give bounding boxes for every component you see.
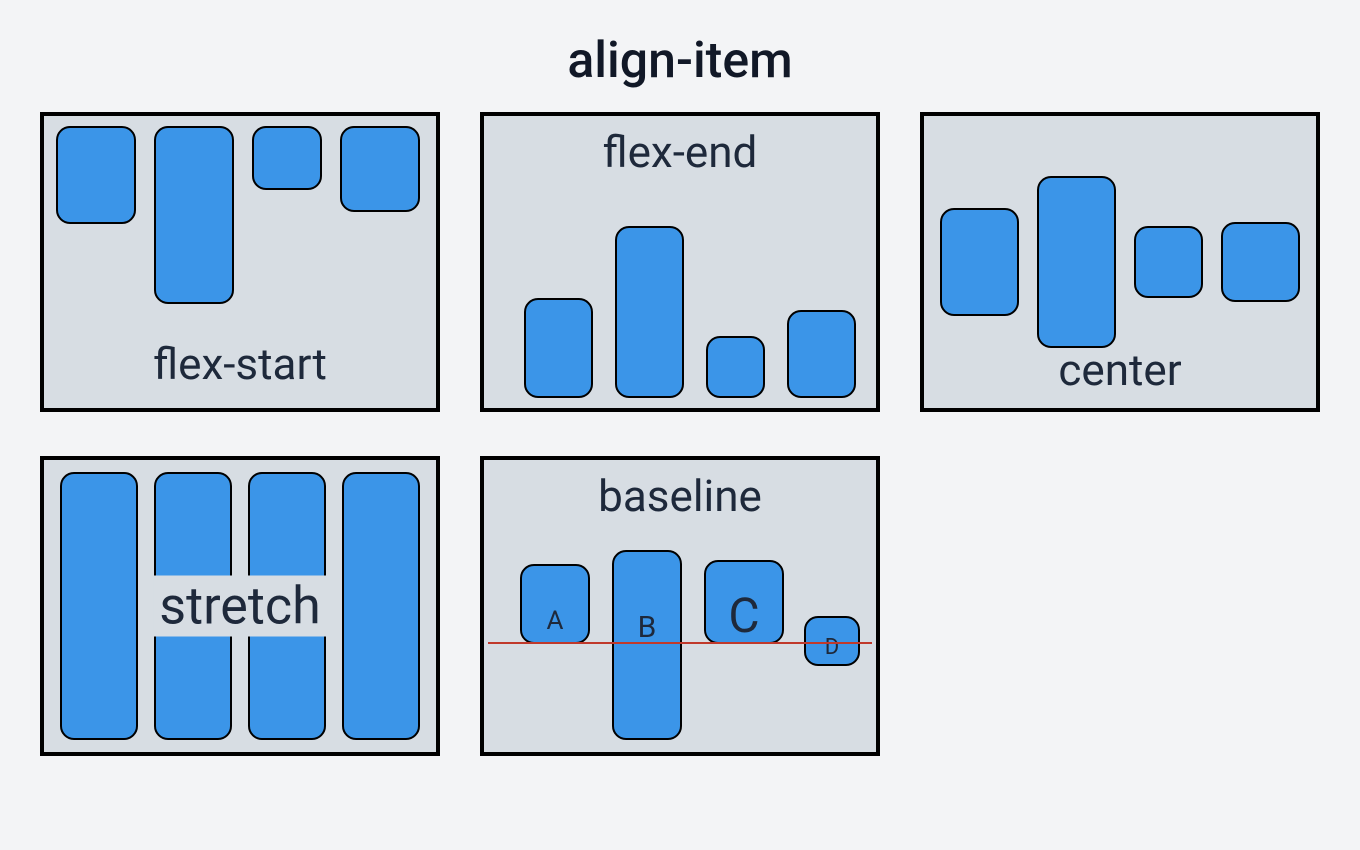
panels-grid: flex-start flex-end center stretch — [0, 112, 1360, 756]
panel-stretch-label: stretch — [153, 576, 326, 637]
flex-end-item-4 — [787, 310, 856, 398]
panel-flex-end: flex-end — [480, 112, 880, 412]
flex-end-item-3 — [706, 336, 766, 398]
center-item-3 — [1134, 226, 1203, 298]
panel-baseline: baseline A B C D — [480, 456, 880, 756]
panel-flex-start: flex-start — [40, 112, 440, 412]
flex-start-item-2 — [154, 126, 234, 304]
baseline-item-d-label: D — [806, 635, 858, 660]
baseline-item-b-label: B — [614, 610, 680, 645]
panel-flex-end-label: flex-end — [484, 126, 876, 178]
center-item-2 — [1037, 176, 1116, 348]
panel-center: center — [920, 112, 1320, 412]
stretch-item-4 — [342, 472, 420, 740]
flex-start-item-1 — [56, 126, 136, 224]
baseline-item-b: B — [612, 550, 682, 740]
center-item-1 — [940, 208, 1019, 316]
flex-start-item-4 — [340, 126, 420, 212]
panel-flex-end-row — [524, 226, 856, 398]
center-item-4 — [1221, 222, 1300, 302]
panel-center-label: center — [924, 344, 1316, 396]
baseline-item-c-label: C — [706, 592, 782, 640]
flex-end-item-2 — [615, 226, 684, 398]
stretch-item-1 — [60, 472, 138, 740]
baseline-item-a-label: A — [522, 606, 588, 636]
baseline-item-c: C — [704, 560, 784, 644]
panel-stretch: stretch — [40, 456, 440, 756]
baseline-rule — [488, 642, 872, 644]
panel-flex-start-label: flex-start — [44, 338, 436, 390]
flex-start-item-3 — [252, 126, 322, 190]
panel-baseline-label: baseline — [484, 470, 876, 522]
baseline-item-d: D — [804, 616, 860, 666]
flex-end-item-1 — [524, 298, 593, 398]
baseline-item-a: A — [520, 564, 590, 644]
page-title: align-item — [0, 0, 1360, 112]
panel-flex-start-row — [56, 126, 424, 304]
